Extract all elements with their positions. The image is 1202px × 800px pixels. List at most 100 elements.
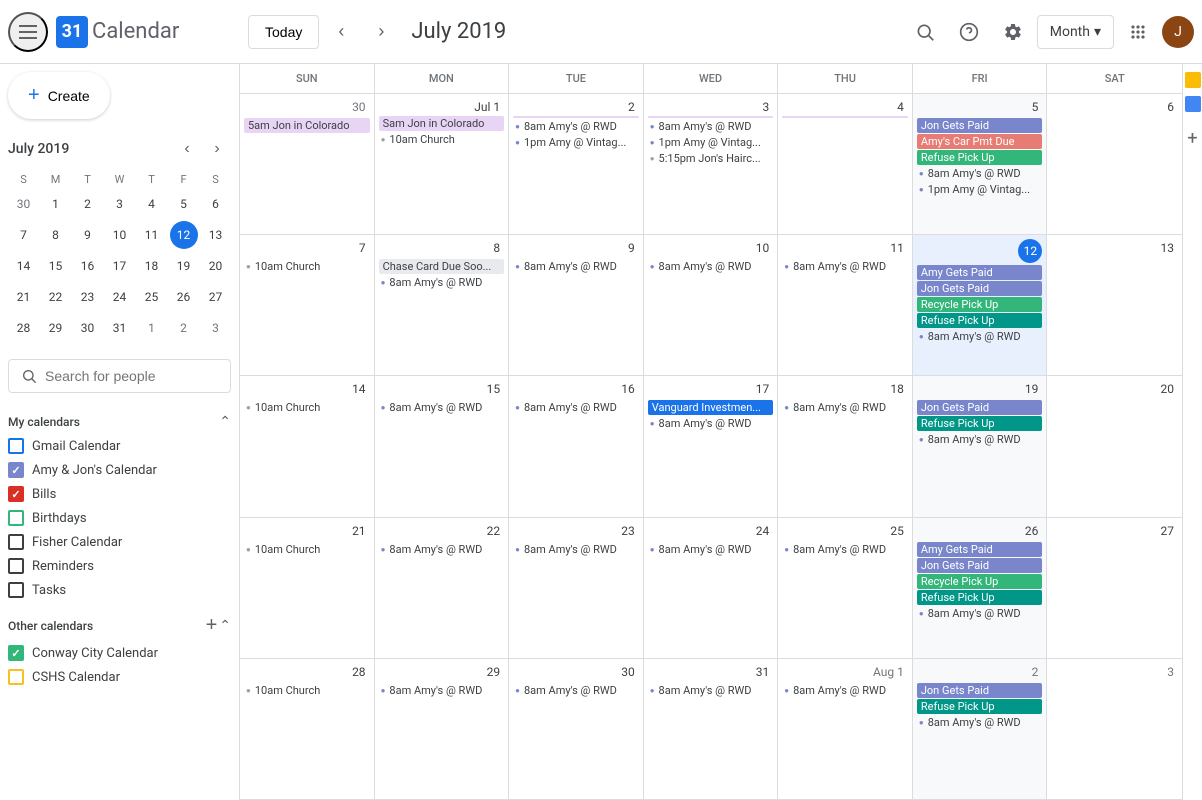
calendar-cell[interactable]: 305am Jon in Colorado xyxy=(240,94,375,235)
calendar-event[interactable]: 10am Church xyxy=(244,683,370,698)
my-calendar-item[interactable]: Gmail Calendar xyxy=(8,434,231,458)
mini-cal-day[interactable]: 7 xyxy=(10,221,38,249)
calendar-checkbox[interactable] xyxy=(8,510,24,526)
mini-cal-day[interactable]: 22 xyxy=(42,283,70,311)
calendar-event[interactable]: 8am Amy's @ RWD xyxy=(782,259,908,274)
right-sidebar-icon-1[interactable] xyxy=(1185,72,1201,88)
calendar-event[interactable]: Amy Gets Paid xyxy=(917,542,1043,557)
calendar-cell[interactable]: 4 xyxy=(778,94,913,235)
calendar-event[interactable]: 8am Amy's @ RWD xyxy=(917,166,1043,181)
mini-cal-day[interactable]: 17 xyxy=(106,252,134,280)
add-calendar-button[interactable]: + xyxy=(206,614,218,637)
calendar-event[interactable]: Recycle Pick Up xyxy=(917,574,1043,589)
calendar-event[interactable]: Refuse Pick Up xyxy=(917,699,1043,714)
my-calendar-item[interactable]: Reminders xyxy=(8,554,231,578)
multi-day-event-continuation[interactable] xyxy=(513,116,639,118)
add-right-button[interactable]: + xyxy=(1187,128,1197,149)
mini-cal-day[interactable]: 21 xyxy=(10,283,38,311)
calendar-cell[interactable]: 118am Amy's @ RWD xyxy=(778,235,913,376)
mini-cal-day[interactable]: 23 xyxy=(74,283,102,311)
prev-month-button[interactable]: ‹ xyxy=(323,14,359,50)
calendar-event[interactable]: Refuse Pick Up xyxy=(917,150,1043,165)
mini-cal-day[interactable]: 2 xyxy=(74,190,102,218)
calendar-event[interactable]: 1pm Amy @ Vintag... xyxy=(513,135,639,150)
mini-cal-day[interactable]: 15 xyxy=(42,252,70,280)
calendar-event[interactable]: 8am Amy's @ RWD xyxy=(648,119,774,134)
create-button[interactable]: + Create xyxy=(8,72,110,119)
mini-cal-day[interactable]: 5 xyxy=(170,190,198,218)
calendar-cell[interactable]: 228am Amy's @ RWD xyxy=(375,518,510,659)
mini-cal-day[interactable]: 24 xyxy=(106,283,134,311)
search-people-box[interactable] xyxy=(8,359,231,393)
mini-cal-day[interactable]: 26 xyxy=(170,283,198,311)
right-sidebar-icon-2[interactable] xyxy=(1185,96,1201,112)
calendar-event[interactable]: 10am Church xyxy=(379,132,505,147)
mini-cal-day[interactable]: 11 xyxy=(138,221,166,249)
mini-cal-day[interactable]: 31 xyxy=(106,314,134,342)
calendar-cell[interactable]: 298am Amy's @ RWD xyxy=(375,659,510,800)
my-calendars-header[interactable]: My calendars ⌃ xyxy=(8,409,231,434)
my-calendar-item[interactable]: Amy & Jon's Calendar xyxy=(8,458,231,482)
calendar-event[interactable]: 8am Amy's @ RWD xyxy=(782,400,908,415)
calendar-event[interactable]: 8am Amy's @ RWD xyxy=(917,606,1043,621)
calendar-event[interactable]: 8am Amy's @ RWD xyxy=(917,329,1043,344)
calendar-cell[interactable]: 13 xyxy=(1047,235,1182,376)
calendar-checkbox[interactable] xyxy=(8,462,24,478)
calendar-cell[interactable]: 28am Amy's @ RWD1pm Amy @ Vintag... xyxy=(509,94,644,235)
mini-cal-day[interactable]: 2 xyxy=(170,314,198,342)
calendar-cell[interactable]: 2110am Church xyxy=(240,518,375,659)
my-calendars-toggle[interactable]: ⌃ xyxy=(219,413,231,430)
other-calendar-item[interactable]: Conway City Calendar xyxy=(8,641,231,665)
calendar-cell[interactable]: 20 xyxy=(1047,376,1182,517)
my-calendar-item[interactable]: Tasks xyxy=(8,578,231,602)
calendar-checkbox[interactable] xyxy=(8,582,24,598)
calendar-event[interactable]: 8am Amy's @ RWD xyxy=(648,416,774,431)
calendar-event[interactable]: 8am Amy's @ RWD xyxy=(648,542,774,557)
calendar-cell[interactable]: 3 xyxy=(1047,659,1182,800)
calendar-event[interactable]: 8am Amy's @ RWD xyxy=(513,683,639,698)
calendar-event[interactable]: 8am Amy's @ RWD xyxy=(379,683,505,698)
mini-cal-day[interactable]: 9 xyxy=(74,221,102,249)
mini-cal-day[interactable]: 18 xyxy=(138,252,166,280)
menu-button[interactable] xyxy=(8,12,48,52)
calendar-cell[interactable]: 5Jon Gets PaidAmy's Car Pmt DueRefuse Pi… xyxy=(913,94,1048,235)
multi-day-event-continuation[interactable]: Sam Jon in Colorado xyxy=(379,116,505,131)
calendar-event[interactable]: Chase Card Due Soo... xyxy=(379,259,505,274)
calendar-event[interactable]: 8am Amy's @ RWD xyxy=(379,275,505,290)
help-button[interactable] xyxy=(949,12,989,52)
calendar-event[interactable]: Refuse Pick Up xyxy=(917,313,1043,328)
next-month-button[interactable]: › xyxy=(363,14,399,50)
mini-cal-day[interactable]: 14 xyxy=(10,252,38,280)
view-selector[interactable]: Month ▾ xyxy=(1037,15,1114,49)
calendar-event[interactable]: 8am Amy's @ RWD xyxy=(648,259,774,274)
mini-cal-day[interactable]: 16 xyxy=(74,252,102,280)
mini-cal-day[interactable]: 30 xyxy=(10,190,38,218)
calendar-cell[interactable]: 108am Amy's @ RWD xyxy=(644,235,779,376)
calendar-checkbox[interactable] xyxy=(8,645,24,661)
calendar-event[interactable]: Amy's Car Pmt Due xyxy=(917,134,1043,149)
mini-cal-day[interactable]: 20 xyxy=(202,252,230,280)
calendar-cell[interactable]: 308am Amy's @ RWD xyxy=(509,659,644,800)
calendar-cell[interactable]: 248am Amy's @ RWD xyxy=(644,518,779,659)
calendar-cell[interactable]: 2810am Church xyxy=(240,659,375,800)
calendar-event[interactable]: 10am Church xyxy=(244,542,370,557)
calendar-event[interactable]: Recycle Pick Up xyxy=(917,297,1043,312)
calendar-cell[interactable]: Jul 1Sam Jon in Colorado10am Church xyxy=(375,94,510,235)
calendar-checkbox[interactable] xyxy=(8,534,24,550)
calendar-cell[interactable]: 12Amy Gets PaidJon Gets PaidRecycle Pick… xyxy=(913,235,1048,376)
calendar-cell[interactable]: 238am Amy's @ RWD xyxy=(509,518,644,659)
multi-day-event-continuation[interactable] xyxy=(648,116,774,118)
other-calendars-header[interactable]: Other calendars + ⌃ xyxy=(8,610,231,641)
calendar-event[interactable]: Jon Gets Paid xyxy=(917,281,1043,296)
mini-cal-day[interactable]: 1 xyxy=(138,314,166,342)
calendar-event[interactable]: 8am Amy's @ RWD xyxy=(379,542,505,557)
calendar-cell[interactable]: 318am Amy's @ RWD xyxy=(644,659,779,800)
mini-cal-day[interactable]: 28 xyxy=(10,314,38,342)
calendar-event[interactable]: 8am Amy's @ RWD xyxy=(513,542,639,557)
mini-cal-day[interactable]: 25 xyxy=(138,283,166,311)
calendar-event[interactable]: 8am Amy's @ RWD xyxy=(917,432,1043,447)
mini-cal-day[interactable]: 12 xyxy=(170,221,198,249)
calendar-event[interactable]: 8am Amy's @ RWD xyxy=(782,542,908,557)
other-calendar-item[interactable]: CSHS Calendar xyxy=(8,665,231,689)
calendar-event[interactable]: 5:15pm Jon's Hairc... xyxy=(648,151,774,166)
